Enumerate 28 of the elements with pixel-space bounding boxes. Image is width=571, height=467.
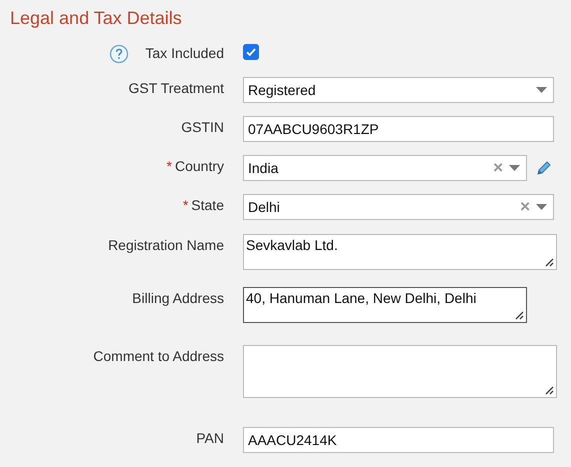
- field-label: Billing Address: [132, 289, 224, 307]
- required-asterisk: *: [166, 157, 172, 175]
- pencil-icon[interactable]: [536, 160, 552, 176]
- resize-grip-icon[interactable]: [514, 310, 524, 320]
- field-label: Registration Name: [108, 236, 224, 254]
- combo-field[interactable]: India ×: [243, 155, 527, 181]
- field-label: Tax Included: [145, 44, 224, 62]
- resize-grip-icon[interactable]: [544, 385, 554, 395]
- combo-field[interactable]: Delhi ×: [243, 194, 554, 220]
- required-asterisk: *: [182, 196, 188, 214]
- field-label: Comment to Address: [93, 347, 224, 365]
- text-area[interactable]: 40, Hanuman Lane, New Delhi, Delhi: [243, 287, 527, 323]
- help-icon[interactable]: [109, 44, 130, 64]
- field-label: PAN: [196, 429, 224, 447]
- field-label: State: [191, 196, 224, 214]
- field-label: GSTIN: [181, 118, 224, 136]
- resize-grip-icon[interactable]: [544, 257, 554, 267]
- caret-icon: [509, 165, 520, 171]
- select-field[interactable]: Registered: [243, 77, 554, 103]
- field-label: Country: [174, 157, 224, 175]
- checkbox[interactable]: [243, 44, 259, 60]
- section-title: Legal and Tax Details: [10, 7, 182, 29]
- text-area[interactable]: Sevkavlab Ltd.: [243, 234, 557, 270]
- input-field[interactable]: AAACU2414K: [243, 427, 554, 453]
- input-field[interactable]: 07AABCU9603R1ZP: [243, 116, 554, 142]
- caret-icon: [536, 87, 547, 93]
- caret-icon: [536, 204, 547, 210]
- field-label: GST Treatment: [128, 79, 224, 97]
